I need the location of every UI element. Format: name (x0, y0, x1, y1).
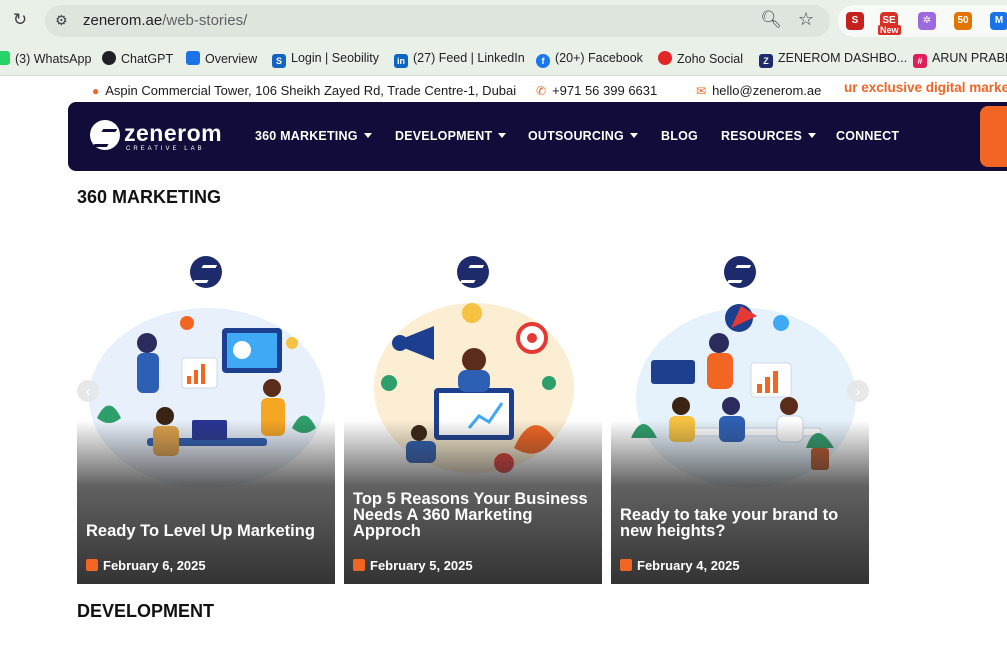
site-info-icon[interactable]: ⚙ (55, 12, 68, 29)
section-title-development: DEVELOPMENT (77, 601, 215, 621)
chatgpt-icon (102, 51, 116, 65)
zenerom-logo[interactable]: zenerom CREATIVE LAB (90, 120, 222, 156)
story-date: February 4, 2025 (620, 558, 740, 573)
phone-link[interactable]: ✆ +971 56 399 6631 (536, 83, 657, 98)
zoom-icon[interactable]: 🔍︎ (760, 10, 782, 30)
story-card[interactable]: Ready To Level Up Marketing February 6, … (77, 240, 335, 584)
story-title[interactable]: Ready To Level Up Marketing (86, 523, 325, 540)
bookmark-linkedin[interactable]: in (27) Feed | LinkedIn (394, 51, 525, 68)
bookmark-whatsapp[interactable]: (3) WhatsApp (0, 51, 91, 66)
story-date: February 5, 2025 (353, 558, 473, 573)
address-bar[interactable]: ⚙ zenerom.ae/web-stories/ 🔍︎ ☆ (45, 5, 830, 37)
story-title[interactable]: Ready to take your brand to new heights? (620, 507, 859, 540)
cta-button[interactable] (980, 106, 1007, 167)
extension-gear-icon[interactable]: ✲ (918, 12, 936, 30)
extension-new-badge: New (878, 25, 901, 35)
carousel-prev-icon[interactable]: ‹ (77, 380, 99, 402)
chevron-down-icon (629, 133, 638, 138)
bookmark-chatgpt[interactable]: ChatGPT (102, 51, 173, 66)
map-pin-icon: ● (92, 84, 100, 98)
facebook-icon: f (536, 54, 550, 68)
zenerom-story-logo-icon (190, 256, 222, 288)
bookmarks-bar: (3) WhatsApp ChatGPT Overview S Login | S… (0, 42, 1007, 76)
whatsapp-icon (0, 51, 10, 65)
story-date: February 6, 2025 (86, 558, 206, 573)
bookmark-seobility[interactable]: S Login | Seobility (272, 51, 379, 68)
chevron-down-icon (363, 133, 372, 138)
chevron-down-icon (807, 133, 816, 138)
calendar-icon (86, 559, 98, 571)
reload-icon[interactable]: ↻ (10, 10, 30, 30)
mail-icon: ✉ (696, 84, 707, 98)
zenerom-story-logo-icon (724, 256, 756, 288)
story-card[interactable]: Ready to take your brand to new heights?… (611, 240, 869, 584)
extension-mail-icon[interactable]: M (990, 12, 1007, 30)
nav-development[interactable]: DEVELOPMENT (395, 129, 507, 143)
address-info: ● Aspin Commercial Tower, 106 Sheikh Zaye… (92, 83, 517, 98)
chevron-down-icon (498, 133, 507, 138)
bookmark-zenerom-dashboard[interactable]: Z ZENEROM DASHBO... (759, 51, 907, 68)
nav-resources[interactable]: RESOURCES (721, 129, 816, 143)
email-link[interactable]: ✉ hello@zenerom.ae (696, 83, 821, 98)
bookmark-zoho-social[interactable]: Zoho Social (658, 51, 743, 66)
bookmark-overview[interactable]: Overview (186, 51, 257, 66)
story-card[interactable]: Top 5 Reasons Your Business Needs A 360 … (344, 240, 602, 584)
seobility-icon: S (272, 54, 286, 68)
bookmark-arun-prabha[interactable]: #ARUN PRABHA (913, 51, 1007, 68)
bookmark-star-icon[interactable]: ☆ (798, 9, 814, 30)
extension-seo-icon[interactable]: S (846, 12, 864, 30)
section-title-360-marketing: 360 MARKETING (77, 187, 222, 207)
browser-toolbar: ↻ ⚙ zenerom.ae/web-stories/ 🔍︎ ☆ S SE Ne… (0, 0, 1007, 42)
carousel-next-icon[interactable]: › (847, 380, 869, 402)
zenerom-story-logo-icon (457, 256, 489, 288)
slack-icon: # (913, 54, 927, 68)
zoho-icon (658, 51, 672, 65)
story-title[interactable]: Top 5 Reasons Your Business Needs A 360 … (353, 491, 592, 540)
extension-fifty-icon[interactable]: 50 (954, 12, 972, 30)
calendar-icon (353, 559, 365, 571)
nav-connect[interactable]: CONNECT (836, 129, 899, 143)
main-navbar: zenerom CREATIVE LAB 360 MARKETING DEVEL… (68, 102, 1007, 171)
calendar-icon (620, 559, 632, 571)
nav-blog[interactable]: BLOG (661, 129, 698, 143)
zenerom-logo-icon (90, 120, 120, 150)
zenerom-icon: Z (759, 54, 773, 68)
promo-ticker: ur exclusive digital marke (844, 80, 1007, 95)
url-text[interactable]: zenerom.ae/web-stories/ (83, 12, 247, 29)
nav-outsourcing[interactable]: OUTSOURCING (528, 129, 638, 143)
overview-icon (186, 51, 200, 65)
phone-icon: ✆ (536, 84, 547, 98)
extensions-area: S SE New ✲ 50 M (838, 5, 1007, 37)
nav-360-marketing[interactable]: 360 MARKETING (255, 129, 372, 143)
linkedin-icon: in (394, 54, 408, 68)
contact-bar: ● Aspin Commercial Tower, 106 Sheikh Zaye… (68, 78, 1007, 102)
bookmark-facebook[interactable]: f (20+) Facebook (536, 51, 643, 68)
